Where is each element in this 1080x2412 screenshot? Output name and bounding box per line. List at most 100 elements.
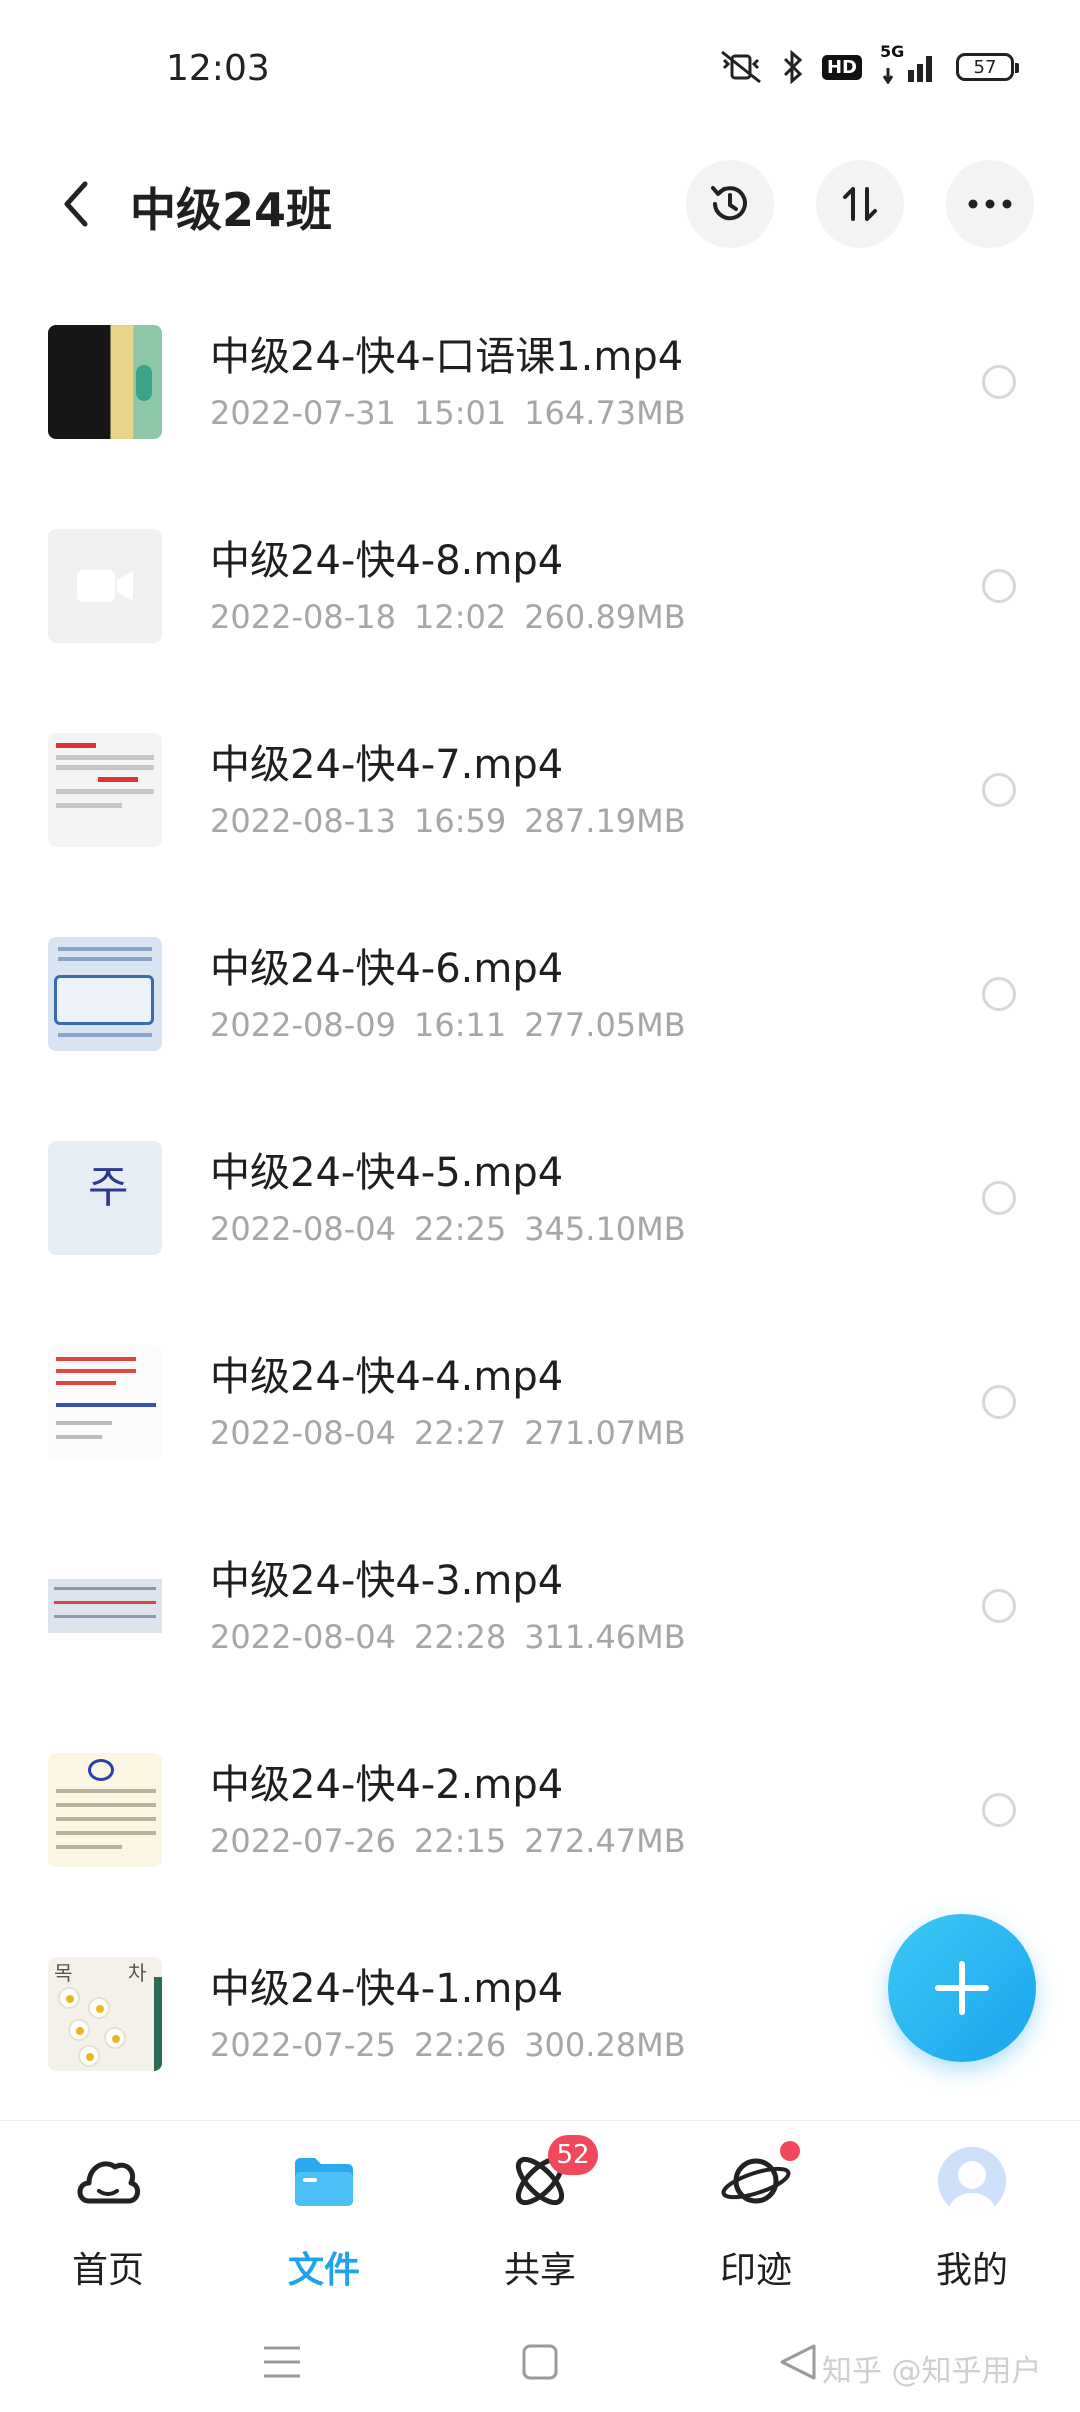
file-name: 中级24-快4-3.mp4 xyxy=(210,1558,564,1604)
video-thumbnail xyxy=(48,1345,162,1459)
atom-icon: 52 xyxy=(500,2135,598,2221)
more-dots-icon xyxy=(968,199,1012,209)
thumb-glyph: 주 xyxy=(88,1162,129,1213)
folder-icon xyxy=(284,2141,364,2221)
file-row[interactable]: 中级24-快4-4.mp4 2022-08-04 22:27 271.07MB xyxy=(0,1320,1080,1524)
nav-label: 共享 xyxy=(503,2250,576,2291)
file-browser-screen: 12:03 HD 5G 57 中级24班 中级24-快4-口语课1.mp4 20… xyxy=(0,0,1080,2412)
video-thumbnail xyxy=(48,529,162,643)
status-icons: HD 5G 57 xyxy=(718,44,1019,84)
menu-button[interactable] xyxy=(252,2340,312,2384)
file-size: 345.10MB xyxy=(524,1210,686,1248)
select-radio[interactable] xyxy=(982,1793,1016,1827)
file-row[interactable]: 中级24-快4-2.mp4 2022-07-26 22:15 272.47MB xyxy=(0,1728,1080,1932)
nav-files[interactable]: 文件 xyxy=(254,2141,394,2301)
nav-share[interactable]: 52 共享 xyxy=(470,2135,610,2301)
select-radio[interactable] xyxy=(982,1181,1016,1215)
file-meta: 2022-08-04 22:25 345.10MB xyxy=(210,1210,686,1248)
file-row[interactable]: 中级24-快4-7.mp4 2022-08-13 16:59 287.19MB xyxy=(0,708,1080,912)
history-icon xyxy=(711,186,747,221)
back-button[interactable] xyxy=(46,172,106,236)
file-size: 311.46MB xyxy=(524,1618,686,1656)
file-meta: 2022-08-04 22:28 311.46MB xyxy=(210,1618,686,1656)
file-meta: 2022-08-04 22:27 271.07MB xyxy=(210,1414,686,1452)
status-bar: 12:03 HD 5G 57 xyxy=(0,0,1080,140)
file-name: 中级24-快4-2.mp4 xyxy=(210,1762,564,1808)
file-time: 22:28 xyxy=(413,1618,507,1656)
file-time: 22:27 xyxy=(413,1414,507,1452)
select-radio[interactable] xyxy=(982,365,1016,399)
video-camera-icon xyxy=(77,570,133,602)
file-date: 2022-07-26 xyxy=(210,1822,396,1860)
file-row[interactable]: 中级24-快4-3.mp4 2022-08-04 22:28 311.46MB xyxy=(0,1524,1080,1728)
file-date: 2022-08-18 xyxy=(210,598,396,636)
signal-icon: 5G xyxy=(880,44,938,84)
select-radio[interactable] xyxy=(982,1589,1016,1623)
nav-profile[interactable]: 我的 xyxy=(902,2141,1042,2301)
select-radio[interactable] xyxy=(982,1385,1016,1419)
video-thumbnail: 주 xyxy=(48,1141,162,1255)
file-row[interactable]: 中级24-快4-6.mp4 2022-08-09 16:11 277.05MB xyxy=(0,912,1080,1116)
file-meta: 2022-07-26 22:15 272.47MB xyxy=(210,1822,686,1860)
file-row[interactable]: 주 中级24-快4-5.mp4 2022-08-04 22:25 345.10MB xyxy=(0,1116,1080,1320)
file-row[interactable]: 中级24-快4-8.mp4 2022-08-18 12:02 260.89MB xyxy=(0,504,1080,708)
file-time: 22:26 xyxy=(413,2026,507,2064)
notification-dot xyxy=(780,2141,800,2161)
file-name: 中级24-快4-8.mp4 xyxy=(210,538,564,584)
file-row[interactable]: 中级24-快4-口语课1.mp4 2022-07-31 15:01 164.73MB xyxy=(0,300,1080,504)
file-meta: 2022-08-18 12:02 260.89MB xyxy=(210,598,686,636)
nav-label: 我的 xyxy=(935,2250,1008,2291)
file-time: 12:02 xyxy=(413,598,507,636)
nav-label: 首页 xyxy=(71,2250,144,2291)
select-radio[interactable] xyxy=(982,569,1016,603)
file-size: 260.89MB xyxy=(524,598,686,636)
more-options-button[interactable] xyxy=(946,160,1034,248)
file-date: 2022-07-31 xyxy=(210,394,396,432)
select-radio[interactable] xyxy=(982,977,1016,1011)
back-nav-button[interactable] xyxy=(768,2340,828,2384)
watermark: 知乎 @知乎用户 xyxy=(822,2354,1042,2389)
vibrate-mute-icon xyxy=(718,50,764,84)
file-size: 271.07MB xyxy=(524,1414,686,1452)
sort-icon xyxy=(843,187,877,221)
select-radio[interactable] xyxy=(982,773,1016,807)
status-time: 12:03 xyxy=(166,48,270,89)
menu-lines-icon xyxy=(264,2346,300,2378)
bluetooth-icon xyxy=(782,50,804,84)
battery-indicator: 57 xyxy=(956,53,1019,81)
nav-footprint[interactable]: 印迹 xyxy=(686,2141,826,2301)
add-button[interactable] xyxy=(888,1914,1036,2062)
file-time: 15:01 xyxy=(413,394,507,432)
file-name: 中级24-快4-6.mp4 xyxy=(210,946,564,992)
notification-badge: 52 xyxy=(548,2135,598,2175)
cloud-icon xyxy=(68,2141,148,2221)
bottom-nav: 首页 文件 52 共享 印迹 我的 xyxy=(0,2120,1080,2310)
file-name: 中级24-快4-口语课1.mp4 xyxy=(210,334,684,380)
avatar xyxy=(938,2147,1006,2215)
page-title: 中级24班 xyxy=(130,183,333,237)
home-button[interactable] xyxy=(510,2340,570,2384)
nav-label: 文件 xyxy=(287,2250,360,2291)
planet-icon xyxy=(716,2141,800,2221)
file-date: 2022-08-13 xyxy=(210,802,396,840)
file-name: 中级24-快4-7.mp4 xyxy=(210,742,564,788)
history-button[interactable] xyxy=(686,160,774,248)
chevron-left-icon xyxy=(64,181,88,227)
system-nav-bar: 知乎 @知乎用户 xyxy=(0,2310,1080,2412)
video-thumbnail: 목 차 xyxy=(48,1957,162,2071)
file-size: 272.47MB xyxy=(524,1822,686,1860)
square-icon xyxy=(522,2344,558,2380)
thumb-text-right: 차 xyxy=(128,1961,147,1985)
sort-button[interactable] xyxy=(816,160,904,248)
nav-home[interactable]: 首页 xyxy=(38,2141,178,2301)
file-size: 300.28MB xyxy=(524,2026,686,2064)
plus-icon xyxy=(935,1961,989,2015)
file-name: 中级24-快4-4.mp4 xyxy=(210,1354,564,1400)
file-time: 16:59 xyxy=(413,802,507,840)
file-name: 中级24-快4-1.mp4 xyxy=(210,1966,564,2012)
file-meta: 2022-07-25 22:26 300.28MB xyxy=(210,2026,686,2064)
file-time: 16:11 xyxy=(413,1006,507,1044)
video-thumbnail xyxy=(48,325,162,439)
file-size: 287.19MB xyxy=(524,802,686,840)
app-header: 中级24班 xyxy=(0,150,1080,260)
